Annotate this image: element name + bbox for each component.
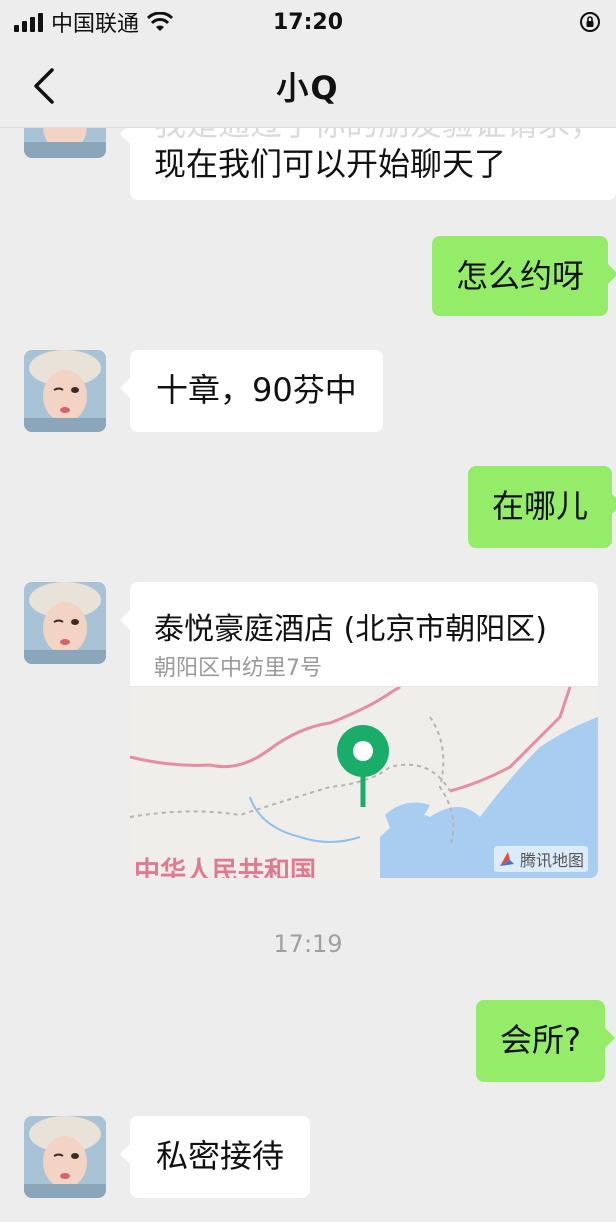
- map-credit-text: 腾讯地图: [519, 851, 584, 870]
- back-button[interactable]: [26, 64, 66, 108]
- chat-title: 小Q: [276, 68, 340, 107]
- message-text: 十章，90芬中: [156, 371, 357, 409]
- avatar[interactable]: [24, 582, 106, 664]
- message-text: 在哪儿: [492, 487, 589, 525]
- avatar[interactable]: [24, 350, 106, 432]
- location-address: 朝阳区中纺里7号: [154, 656, 322, 681]
- map-credit: 腾讯地图: [493, 846, 588, 872]
- carrier-label: 中国联通: [51, 12, 140, 37]
- location-card[interactable]: 泰悦豪庭酒店 (北京市朝阳区) 朝阳区中纺里7号 中华人民共和国 腾讯地图: [130, 582, 598, 878]
- message-text: 私密接待: [156, 1137, 285, 1175]
- chat-area: 我是通过了你的朋友验证请求， 现在我们可以开始聊天了 怎么约呀 十章，90芬中 …: [0, 0, 616, 1222]
- message-bubble-outgoing[interactable]: 怎么约呀: [432, 236, 616, 316]
- bubble-notch: [120, 610, 130, 630]
- wifi-icon: [147, 12, 174, 31]
- avatar[interactable]: [24, 1116, 106, 1198]
- chevron-left-icon: [34, 68, 54, 104]
- nav-bar: 小Q: [0, 44, 616, 128]
- message-bubble-outgoing[interactable]: 在哪儿: [468, 466, 616, 548]
- location-map[interactable]: 中华人民共和国 腾讯地图: [130, 685, 598, 878]
- message-text: 会所?: [500, 1021, 581, 1059]
- status-bar: 中国联通 17:20: [0, 0, 616, 44]
- message-bubble-incoming[interactable]: 私密接待: [119, 1116, 311, 1198]
- tencent-map-logo-icon: [499, 852, 514, 866]
- message-timestamp: 17:19: [273, 930, 343, 958]
- message-bubble-outgoing[interactable]: 会所?: [476, 1000, 615, 1082]
- location-name: 泰悦豪庭酒店 (北京市朝阳区): [154, 612, 547, 647]
- message-bubble-incoming[interactable]: 十章，90芬中: [120, 350, 383, 432]
- message-text: 怎么约呀: [456, 257, 585, 295]
- map-country-label: 中华人民共和国: [134, 857, 317, 878]
- orientation-lock-icon: [580, 12, 600, 32]
- signal-icon: [14, 12, 43, 32]
- status-left: 中国联通: [14, 6, 174, 38]
- message-text: 现在我们可以开始聊天了: [154, 145, 507, 183]
